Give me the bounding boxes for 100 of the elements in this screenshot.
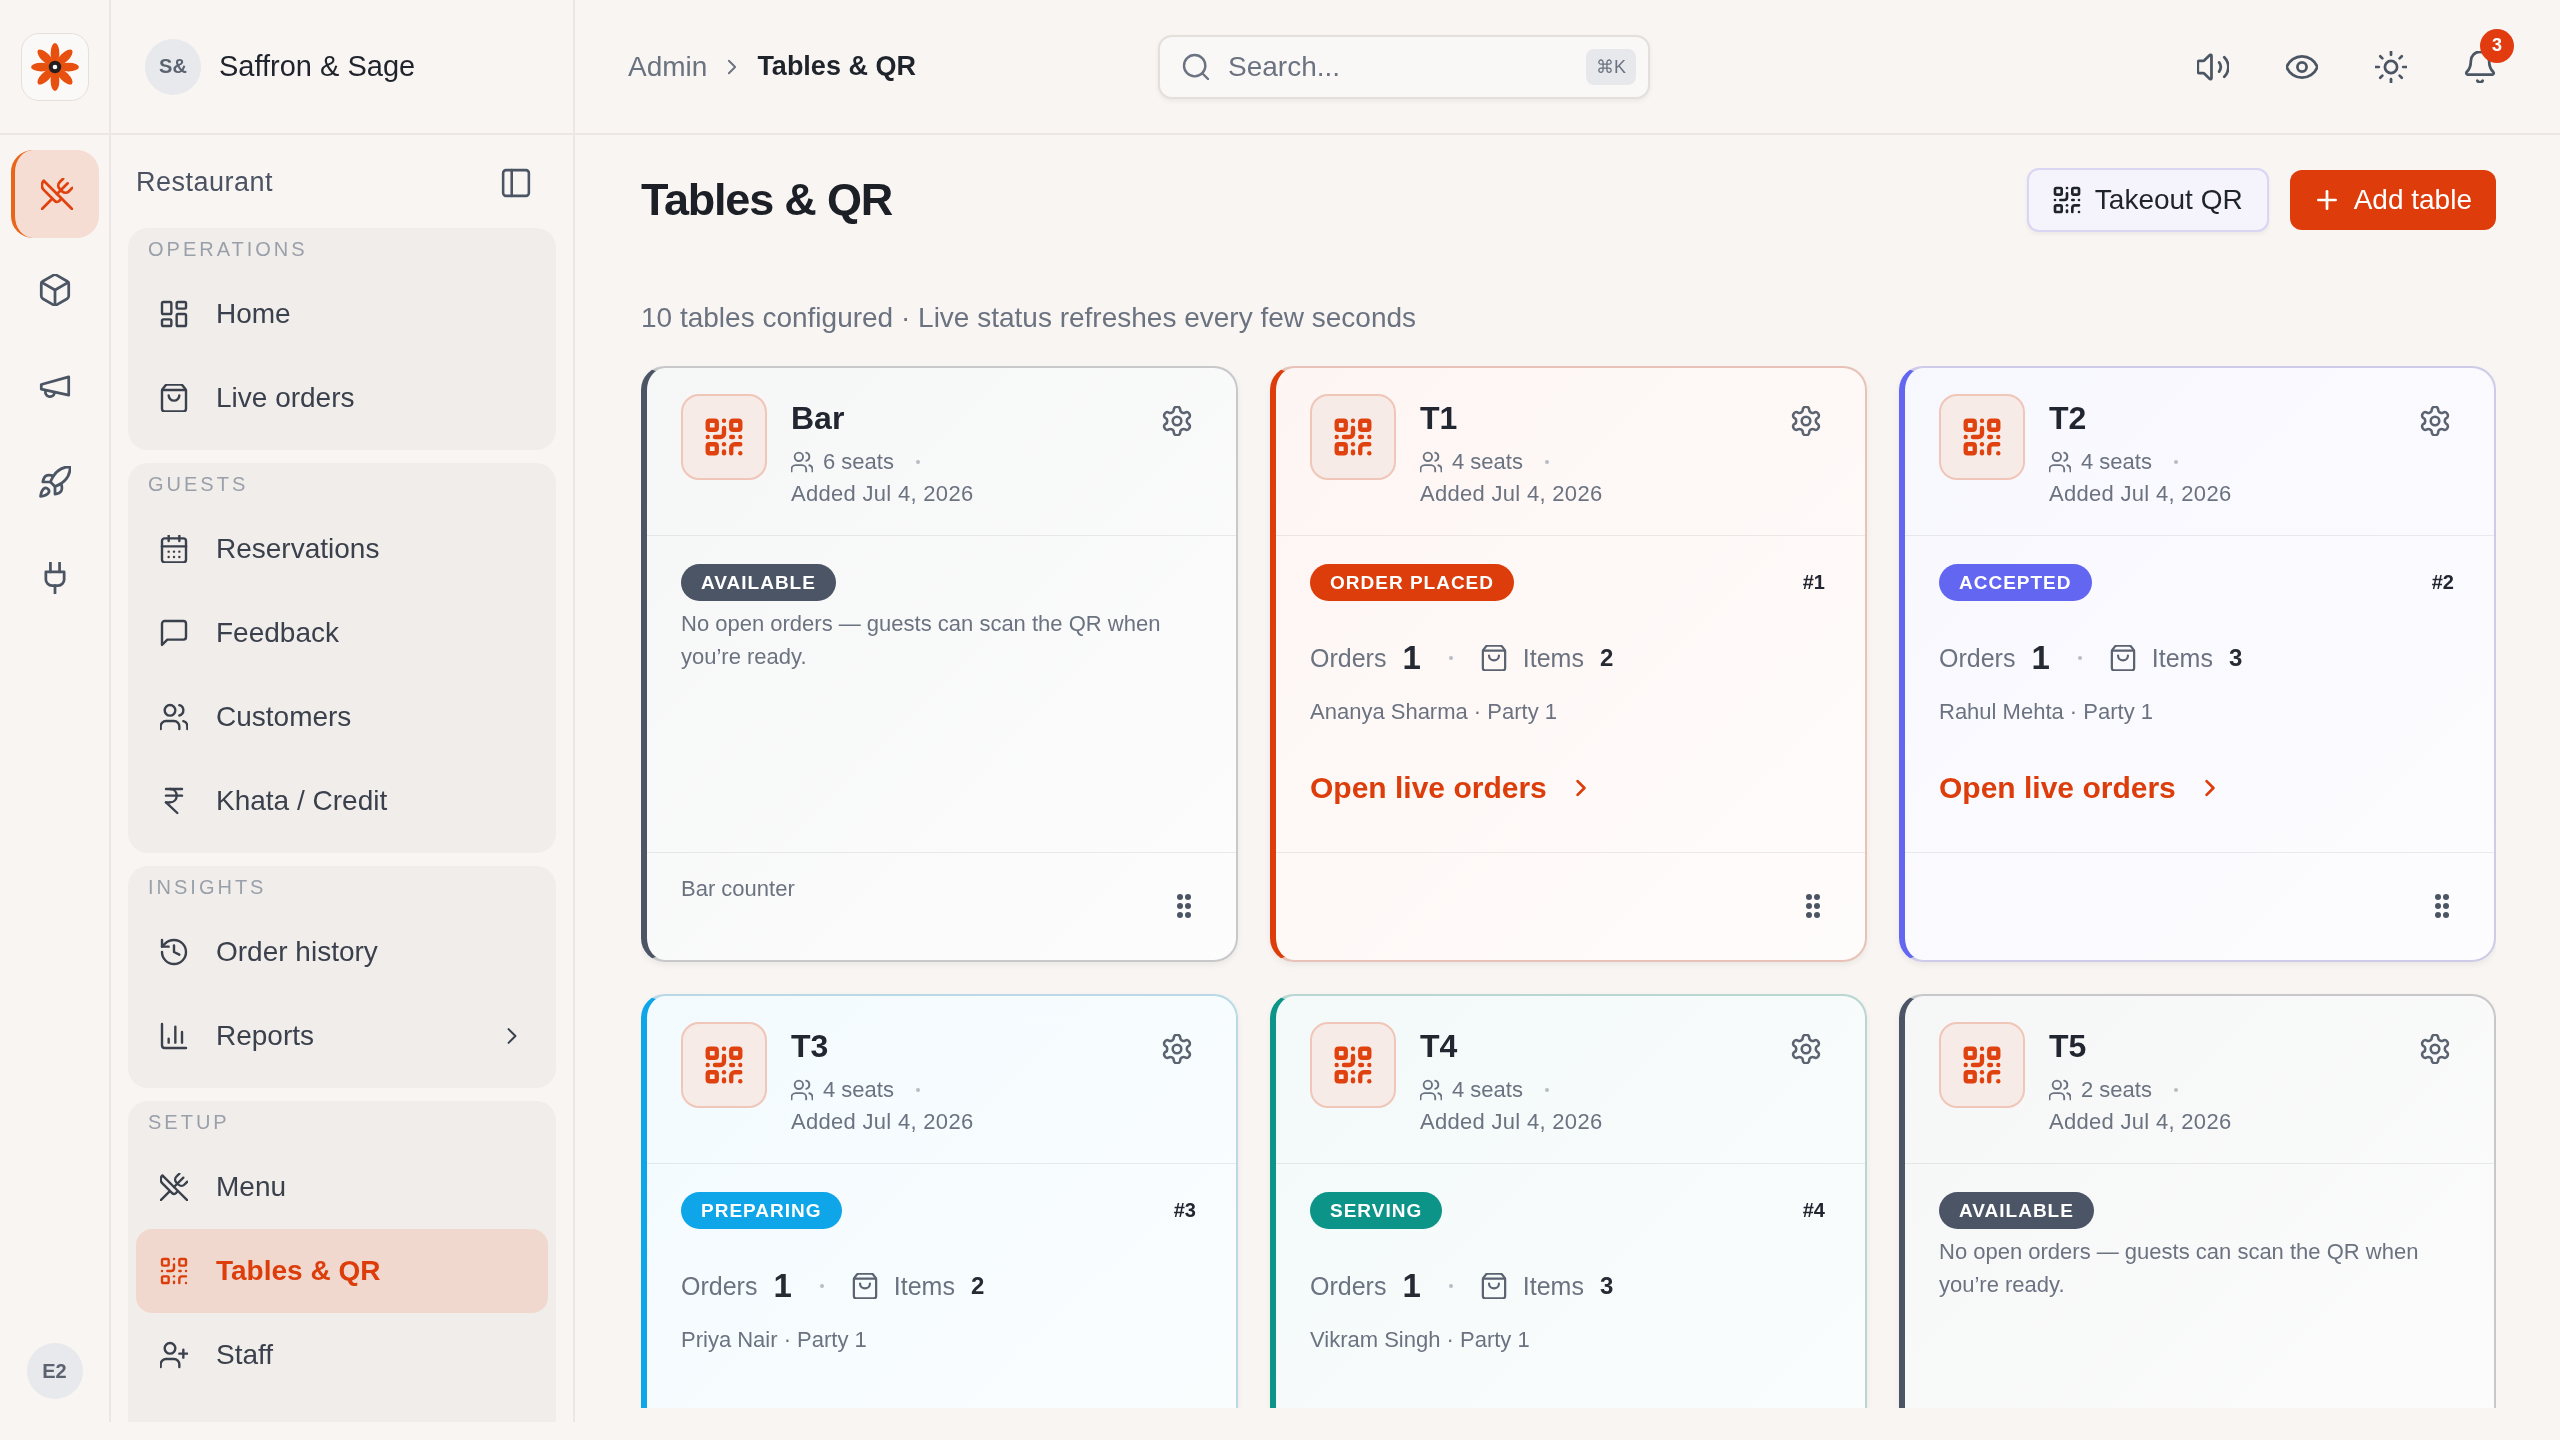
items-count: 3 xyxy=(2228,644,2243,672)
breadcrumb-link[interactable]: Admin xyxy=(628,50,708,83)
sidebar-item[interactable]: Reservations xyxy=(136,507,548,591)
user-plus-icon xyxy=(160,1341,188,1369)
qr-code-icon xyxy=(1310,1022,1396,1108)
user-avatar[interactable]: E2 xyxy=(26,1343,83,1399)
table-name: T5 xyxy=(2049,1028,2087,1065)
order-number: #2 xyxy=(2431,571,2454,594)
guest-info: Ananya Sharma · Party 1 xyxy=(1310,699,1557,725)
sidebar-item[interactable]: Reports xyxy=(136,994,548,1078)
settings-icon[interactable] xyxy=(2420,406,2450,436)
qr-code-icon xyxy=(160,1257,188,1285)
orders-label: Orders xyxy=(1939,643,2016,673)
settings-icon[interactable] xyxy=(1791,406,1821,436)
settings-icon[interactable] xyxy=(1162,1034,1192,1064)
shopping-bag-icon xyxy=(1480,1273,1507,1299)
added-date: Added Jul 4, 2026 xyxy=(1420,1109,1603,1135)
users-icon xyxy=(791,1079,813,1101)
sidebar-item[interactable]: Live orders xyxy=(136,356,548,440)
sidebar-item[interactable]: Feedback xyxy=(136,591,548,675)
empty-note: No open orders — guests can scan the QR when you’re ready. xyxy=(1939,1238,2420,1299)
takeout-qr-button[interactable]: Takeout QR xyxy=(2026,168,2269,232)
sidebar-item[interactable]: Menu xyxy=(136,1145,548,1229)
shopping-bag-icon xyxy=(1480,645,1507,671)
status-badge: PREPARING xyxy=(681,1192,842,1229)
seat-count: 2 seats xyxy=(2081,1077,2152,1103)
table-location: Bar counter xyxy=(681,876,795,902)
open-orders-link[interactable]: Open live orders xyxy=(1939,771,2222,805)
flower-logo-icon[interactable] xyxy=(20,32,89,101)
qr-code-icon xyxy=(1939,1022,2025,1108)
calendar-icon xyxy=(160,535,188,563)
sidebar-item[interactable]: Customers xyxy=(136,675,548,759)
section-label: INSIGHTS xyxy=(147,876,268,898)
settings-icon[interactable] xyxy=(2420,1034,2450,1064)
sidebar-item[interactable]: Staff xyxy=(136,1313,548,1397)
status-badge: SERVING xyxy=(1310,1192,1443,1229)
orders-label: Orders xyxy=(1310,1271,1387,1301)
items-count: 3 xyxy=(1599,1272,1614,1300)
added-date: Added Jul 4, 2026 xyxy=(791,481,974,507)
status-badge: ORDER PLACED xyxy=(1310,564,1514,601)
items-count: 2 xyxy=(1599,644,1614,672)
qr-code-icon xyxy=(681,394,767,480)
items-label: Items xyxy=(1522,1271,1584,1301)
added-date: Added Jul 4, 2026 xyxy=(2049,481,2232,507)
section-label: OPERATIONS xyxy=(147,238,309,260)
open-orders-link[interactable]: Open live orders xyxy=(1310,771,1593,805)
settings-icon[interactable] xyxy=(1791,1034,1821,1064)
crossed-utensils-icon xyxy=(160,1173,188,1201)
order-number: #1 xyxy=(1802,571,1825,594)
added-date: Added Jul 4, 2026 xyxy=(2049,1109,2232,1135)
table-name: T4 xyxy=(1420,1028,1458,1065)
seat-count: 4 seats xyxy=(2081,449,2152,475)
order-number: #3 xyxy=(1173,1199,1196,1222)
rail-nav-item[interactable] xyxy=(10,150,99,238)
status-badge: AVAILABLE xyxy=(1939,1192,2094,1229)
search-icon xyxy=(1182,52,1210,81)
status-badge: ACCEPTED xyxy=(1939,564,2092,601)
crossed-utensils-icon xyxy=(40,178,73,210)
brand-name: Saffron & Sage xyxy=(219,50,416,83)
status-badge: AVAILABLE xyxy=(681,564,836,601)
brand-avatar[interactable]: S& xyxy=(145,38,201,95)
orders-label: Orders xyxy=(681,1271,758,1301)
seat-count: 6 seats xyxy=(823,449,894,475)
guest-info: Priya Nair · Party 1 xyxy=(681,1327,867,1353)
sidebar-item[interactable]: Home xyxy=(136,272,548,356)
dashboard-icon xyxy=(160,300,188,328)
qr-code-icon xyxy=(2052,186,2081,214)
drag-handle-icon[interactable] xyxy=(2434,893,2450,919)
users-icon xyxy=(1420,451,1442,473)
shopping-bag-icon xyxy=(160,384,188,412)
table-name: T3 xyxy=(791,1028,829,1065)
order-number: #4 xyxy=(1802,1199,1825,1222)
orders-count: 1 xyxy=(1402,1267,1421,1305)
guest-info: Rahul Mehta · Party 1 xyxy=(1939,699,2153,725)
sidebar-item[interactable]: Order history xyxy=(136,910,548,994)
sidebar-toggle-icon[interactable] xyxy=(501,167,531,198)
items-label: Items xyxy=(1522,643,1584,673)
items-label: Items xyxy=(893,1271,955,1301)
bell-icon[interactable] xyxy=(2464,50,2496,83)
qr-code-icon xyxy=(681,1022,767,1108)
drag-handle-icon[interactable] xyxy=(1176,893,1192,919)
add-table-button[interactable]: Add table xyxy=(2289,170,2496,230)
speaker-icon[interactable] xyxy=(2197,50,2229,83)
users-icon xyxy=(160,703,188,731)
items-count: 2 xyxy=(970,1272,985,1300)
seat-count: 4 seats xyxy=(1452,449,1523,475)
page-title: Tables & QR xyxy=(641,174,893,226)
orders-count: 1 xyxy=(1402,639,1421,677)
guest-info: Vikram Singh · Party 1 xyxy=(1310,1327,1530,1353)
settings-icon[interactable] xyxy=(1162,406,1192,436)
sun-icon[interactable] xyxy=(2375,50,2407,83)
users-icon xyxy=(2049,451,2071,473)
drag-handle-icon[interactable] xyxy=(1805,893,1821,919)
keyboard-shortcut: ⌘K xyxy=(1586,48,1636,85)
seat-count: 4 seats xyxy=(1452,1077,1523,1103)
cube-icon xyxy=(38,274,71,306)
shopping-bag-icon xyxy=(2109,645,2136,671)
history-icon xyxy=(160,938,188,966)
sidebar-item[interactable]: Khata / Credit xyxy=(136,759,548,843)
added-date: Added Jul 4, 2026 xyxy=(791,1109,974,1135)
